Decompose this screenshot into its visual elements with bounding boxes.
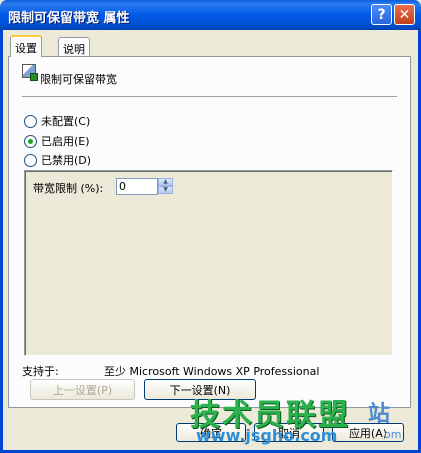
radio-circle[interactable] bbox=[24, 153, 37, 167]
options-panel bbox=[24, 170, 393, 356]
title-bar[interactable]: 限制可保留带宽 属性 ? ✕ bbox=[0, 0, 421, 30]
bandwidth-limit-input[interactable]: 0 bbox=[116, 178, 158, 195]
watermark-end: 站 bbox=[368, 402, 391, 427]
separator bbox=[22, 96, 397, 97]
spin-up-icon[interactable]: ▲ bbox=[158, 178, 173, 186]
supported-on-value: 至少 Microsoft Windows XP Professional bbox=[104, 365, 320, 378]
policy-name: 限制可保留带宽 bbox=[40, 73, 117, 86]
radio-enabled[interactable]: 已启用(E) bbox=[24, 133, 90, 149]
radio-disabled[interactable]: 已禁用(D) bbox=[24, 152, 91, 168]
radio-label: 已启用(E) bbox=[41, 135, 90, 148]
help-button[interactable]: ? bbox=[371, 4, 392, 25]
radio-circle-selected[interactable] bbox=[24, 134, 37, 148]
spin-down-icon[interactable]: ▼ bbox=[158, 186, 173, 194]
radio-not-configured[interactable]: 未配置(C) bbox=[24, 113, 90, 129]
radio-circle[interactable] bbox=[24, 114, 37, 128]
policy-setting-mark-icon bbox=[30, 73, 38, 81]
supported-on-label: 支持于: bbox=[22, 365, 59, 378]
previous-setting-button[interactable]: 上一设置(P) bbox=[30, 379, 135, 400]
bandwidth-limit-spinner[interactable]: ▲ ▼ bbox=[158, 178, 173, 195]
watermark-url-end: om bbox=[384, 428, 402, 441]
bandwidth-limit-label: 带宽限制 (%): bbox=[33, 182, 104, 195]
radio-label: 未配置(C) bbox=[41, 115, 91, 128]
tab-explain[interactable]: 说明 bbox=[58, 37, 90, 56]
radio-label: 已禁用(D) bbox=[41, 154, 92, 167]
close-button[interactable]: ✕ bbox=[394, 4, 415, 25]
window-title: 限制可保留带宽 属性 bbox=[8, 11, 130, 26]
tab-settings[interactable]: 设置 bbox=[10, 35, 42, 57]
watermark-url: www.jsgho.com bbox=[196, 426, 338, 445]
